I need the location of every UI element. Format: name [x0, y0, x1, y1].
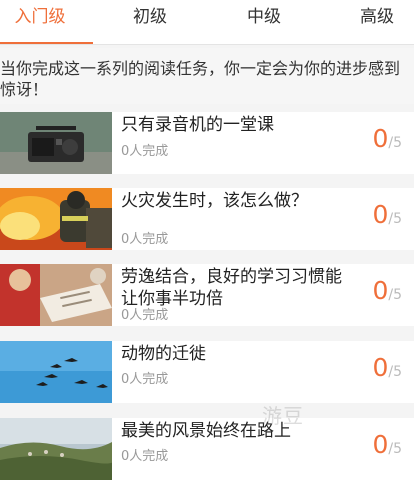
- item-progress: 0/5: [372, 124, 402, 153]
- progress-count: 0: [372, 430, 389, 459]
- item-completed-count: 0人完成: [121, 232, 169, 247]
- item-progress: 0/5: [372, 276, 402, 305]
- item-title: 最美的风景始终在路上: [121, 421, 291, 441]
- active-tab-indicator: [0, 42, 93, 44]
- progress-total: /5: [388, 211, 402, 227]
- level-tabs: 入门级 初级 中级 高级: [0, 0, 414, 45]
- study-thumbnail: [0, 264, 112, 326]
- progress-total: /5: [388, 135, 402, 151]
- item-completed-count: 0人完成: [121, 449, 169, 464]
- landscape-thumbnail: [0, 418, 112, 480]
- progress-total: /5: [388, 364, 402, 380]
- list-item[interactable]: 火灾发生时，该怎么做？ 0人完成 0/5: [0, 188, 414, 250]
- item-title: 动物的迁徙: [121, 344, 206, 364]
- tab-advanced[interactable]: 高级: [340, 0, 414, 44]
- list-item[interactable]: 最美的风景始终在路上 0人完成 0/5: [0, 418, 414, 480]
- list-item[interactable]: 动物的迁徙 0人完成 0/5: [0, 341, 414, 403]
- list-item[interactable]: 只有录音机的一堂课 0人完成 0/5: [0, 112, 414, 174]
- progress-total: /5: [388, 441, 402, 457]
- progress-count: 0: [372, 276, 389, 305]
- radio-thumbnail: [0, 112, 112, 174]
- list-item[interactable]: 劳逸结合，良好的学习习惯能让你事半功倍 0人完成 0/5: [0, 264, 414, 326]
- item-completed-count: 0人完成: [121, 372, 169, 387]
- tab-intermediate[interactable]: 中级: [226, 0, 302, 44]
- progress-count: 0: [372, 353, 389, 382]
- item-progress: 0/5: [372, 353, 402, 382]
- item-progress: 0/5: [372, 200, 402, 229]
- item-completed-count: 0人完成: [121, 308, 169, 323]
- progress-count: 0: [372, 200, 389, 229]
- progress-count: 0: [372, 124, 389, 153]
- item-title: 火灾发生时，该怎么做？: [121, 191, 308, 211]
- item-title: 只有录音机的一堂课: [121, 115, 274, 135]
- watermark-logo: 游豆: [262, 404, 304, 428]
- item-completed-count: 0人完成: [121, 144, 169, 159]
- tab-elementary[interactable]: 初级: [112, 0, 188, 44]
- intro-text: 当你完成这一系列的阅读任务，你一定会为你的进步感到惊讶！: [0, 48, 414, 104]
- progress-total: /5: [388, 287, 402, 303]
- fire-thumbnail: [0, 188, 112, 250]
- tab-beginner[interactable]: 入门级: [0, 0, 80, 44]
- birds-thumbnail: [0, 341, 112, 403]
- item-progress: 0/5: [372, 430, 402, 459]
